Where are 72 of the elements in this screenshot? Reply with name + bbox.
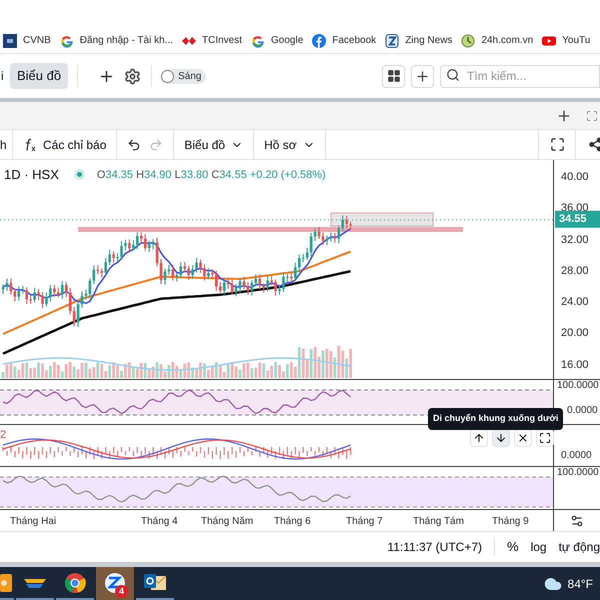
percent-toggle[interactable]: % <box>507 537 519 557</box>
add-button[interactable] <box>411 64 434 88</box>
youtube-icon <box>542 34 556 48</box>
arrow-down-button[interactable] <box>492 429 510 447</box>
log-toggle[interactable]: log <box>530 538 547 556</box>
arrow-up-button[interactable] <box>470 429 488 447</box>
price-label: 20.00 <box>561 326 589 341</box>
clock-time: 11:11:37 (UTC+7) <box>387 539 482 556</box>
toolbar-label: h <box>0 130 13 159</box>
clock-icon <box>461 34 476 48</box>
tooltip: Di chuyển khung xuống dưới <box>428 408 564 430</box>
time-label: Tháng Hai <box>10 515 56 529</box>
theme-toggle[interactable]: Sáng <box>161 68 206 84</box>
bookmark-link[interactable]: Zing News <box>405 33 452 48</box>
bookmark-link[interactable]: Đăng nhập - Tài kh... <box>80 33 173 48</box>
bookmark-link[interactable]: 24h.com.vn <box>481 33 534 48</box>
grid-icon <box>386 69 400 83</box>
time-label: Tháng Tám <box>413 515 464 529</box>
chrome-icon[interactable] <box>64 572 86 594</box>
bookmark-link[interactable]: TCInvest <box>202 33 242 48</box>
facebook-icon <box>312 34 326 48</box>
chart-tab[interactable]: Biểu đồ <box>10 63 68 89</box>
time-label: Tháng 9 <box>492 515 529 529</box>
notification-badge: 4 <box>115 585 128 598</box>
search-icon <box>446 68 460 82</box>
maximize-button[interactable] <box>536 429 554 447</box>
function-icon <box>23 138 37 152</box>
price-label: 40.00 <box>561 170 589 185</box>
time-label: Tháng 7 <box>346 515 383 529</box>
menu-button[interactable]: Hồ sơ <box>254 130 326 159</box>
symbol-label: 1D · HSX <box>3 166 59 184</box>
expand-icon[interactable] <box>586 110 598 122</box>
axis-label: 100.0000 <box>557 466 599 480</box>
bookmark-link[interactable]: Facebook <box>332 33 376 48</box>
google-g-icon <box>60 34 74 48</box>
layout-button[interactable] <box>382 64 405 88</box>
price-label: 32.00 <box>561 232 589 248</box>
bookmark-link[interactable]: Google <box>271 33 304 48</box>
bookmark-link[interactable]: YouTu <box>562 33 590 48</box>
close-button[interactable] <box>514 429 532 447</box>
indicators-button[interactable]: Các chỉ báo <box>13 130 118 159</box>
price-label: 16.00 <box>561 358 589 373</box>
arrow-up-icon <box>473 432 485 444</box>
axis-label: 0.0000 <box>561 449 592 463</box>
settings-icon[interactable] <box>570 514 584 528</box>
indicator-label: 2 <box>0 428 6 443</box>
fullscreen-icon[interactable] <box>550 137 564 152</box>
ohlc-values: O34.35 H34.90 L33.80 C34.55 +0.20 (+0.58%) <box>96 168 326 182</box>
current-price-badge: 34.55 <box>555 210 600 228</box>
share-icon[interactable] <box>588 137 600 152</box>
menu-button[interactable]: Biểu đồ <box>174 130 254 159</box>
google-g-icon <box>251 34 266 48</box>
price-label: 24.00 <box>561 294 589 310</box>
toolbar-label: i <box>0 68 5 85</box>
close-icon <box>517 432 529 444</box>
settings-icon[interactable] <box>124 68 142 84</box>
maximize-icon <box>539 432 551 444</box>
undo-icon[interactable] <box>127 138 142 152</box>
time-label: Tháng 4 <box>141 515 178 529</box>
arrow-down-icon <box>495 432 507 444</box>
auto-toggle[interactable]: tự động <box>558 538 600 556</box>
time-label: Tháng 6 <box>274 515 311 529</box>
price-label: 28.00 <box>561 264 589 279</box>
weather-temperature[interactable]: 84°F <box>568 574 593 592</box>
bookmark-link[interactable]: CVNB <box>23 33 51 48</box>
axis-label: 0.0000 <box>567 404 598 418</box>
add-icon[interactable] <box>556 108 572 124</box>
add-icon <box>415 68 430 84</box>
logo-icon <box>3 34 17 48</box>
search-field[interactable]: Tìm kiếm... <box>440 64 600 88</box>
time-label: Tháng Năm <box>201 515 254 529</box>
axis-label: 100.0000 <box>557 379 599 393</box>
